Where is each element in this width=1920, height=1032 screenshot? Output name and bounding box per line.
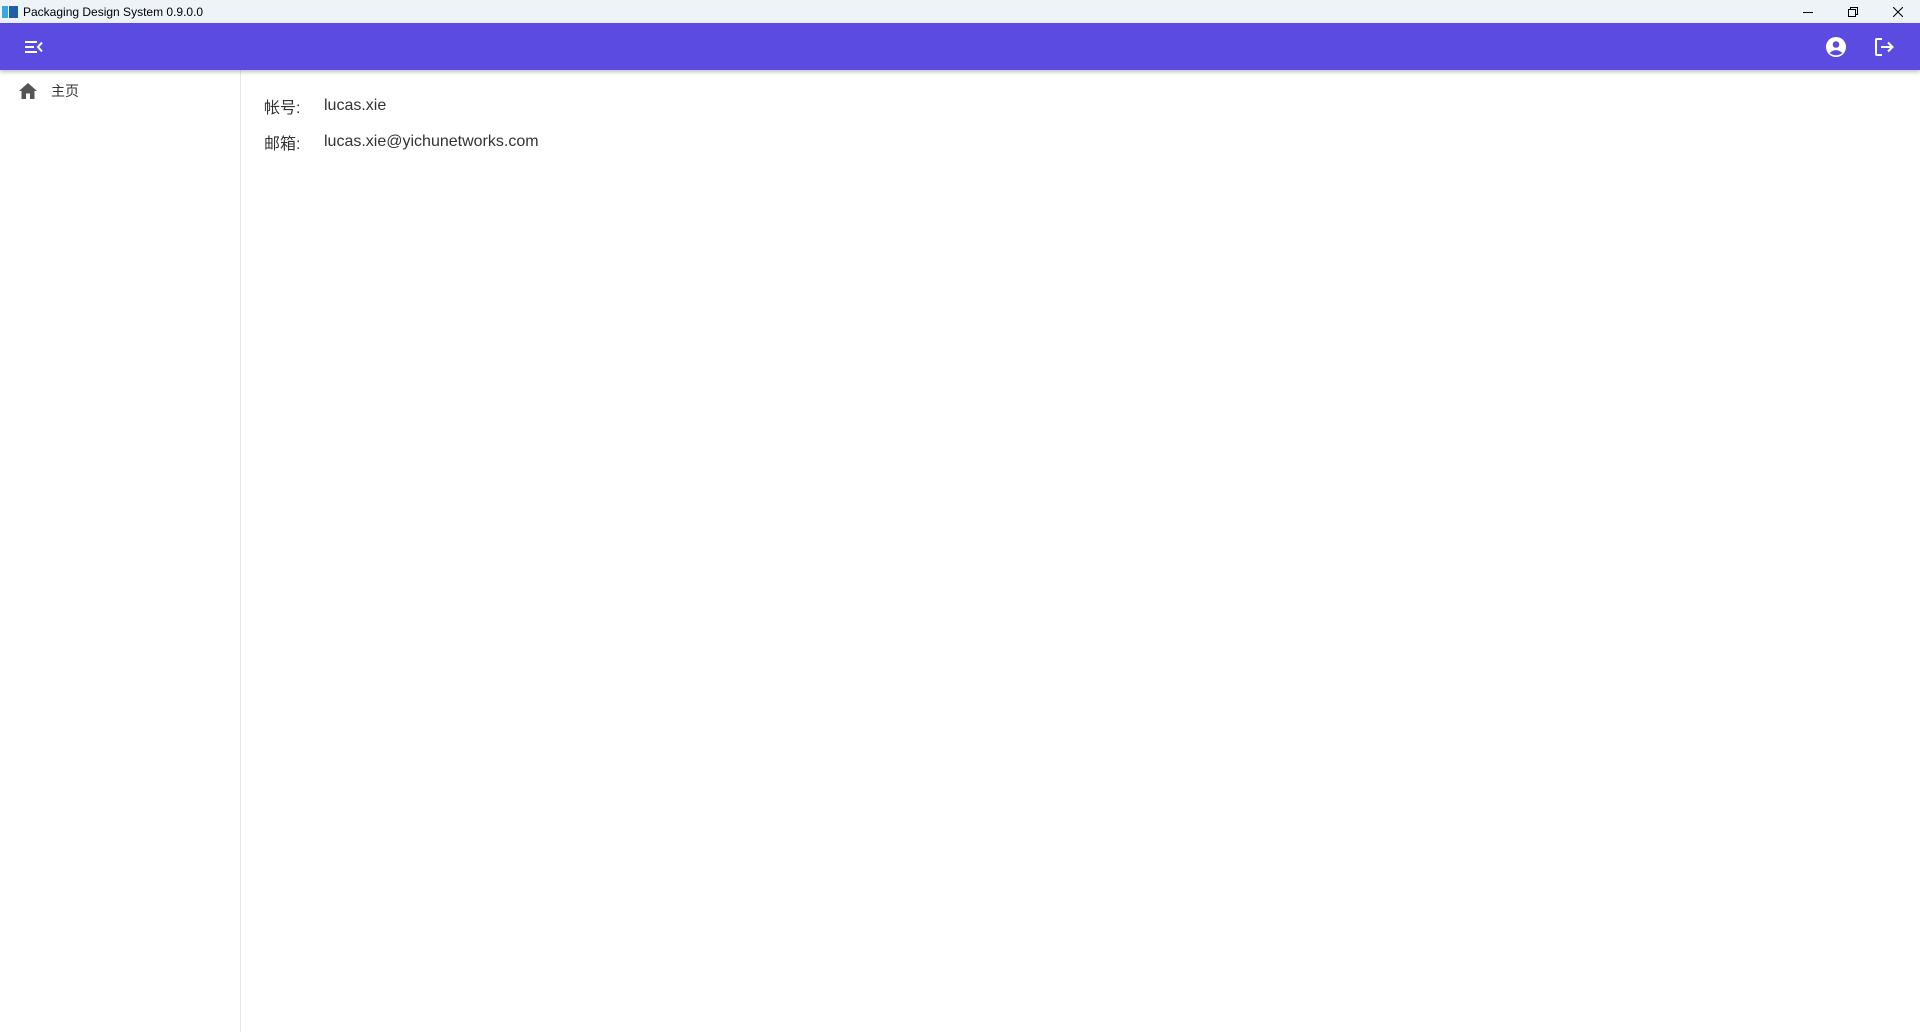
sidebar-item-home[interactable]: 主页 <box>0 78 240 104</box>
window-controls <box>1785 0 1920 23</box>
logout-icon <box>1875 37 1894 56</box>
home-icon <box>18 81 38 101</box>
restore-icon <box>1847 6 1858 17</box>
minimize-icon <box>1802 11 1813 13</box>
close-button[interactable] <box>1875 0 1920 23</box>
close-icon <box>1892 6 1903 17</box>
window-titlebar: Packaging Design System 0.9.0.0 <box>0 0 1920 23</box>
email-label: 邮箱: <box>264 136 301 153</box>
logout-button[interactable] <box>1871 34 1897 60</box>
account-button[interactable] <box>1823 34 1849 60</box>
sidebar: 主页 <box>0 70 241 1032</box>
app-logo-icon <box>2 5 18 18</box>
restore-button[interactable] <box>1830 0 1875 23</box>
account-value: lucas.xie <box>324 97 387 114</box>
email-value: lucas.xie@yichunetworks.com <box>324 133 539 150</box>
email-row: 邮箱: lucas.xie@yichunetworks.com <box>264 131 539 153</box>
account-circle-icon <box>1826 36 1846 57</box>
sidebar-item-label: 主页 <box>51 83 79 99</box>
menu-collapse-icon <box>25 41 43 53</box>
menu-toggle-button[interactable] <box>22 35 46 59</box>
window-title: Packaging Design System 0.9.0.0 <box>23 4 204 19</box>
account-label: 帐号: <box>264 100 301 117</box>
main-content: 帐号: lucas.xie 邮箱: lucas.xie@yichunetwork… <box>241 70 1920 1032</box>
account-row: 帐号: lucas.xie <box>264 95 386 117</box>
app-bar <box>0 23 1920 70</box>
appbar-actions <box>1823 23 1920 70</box>
minimize-button[interactable] <box>1785 0 1830 23</box>
